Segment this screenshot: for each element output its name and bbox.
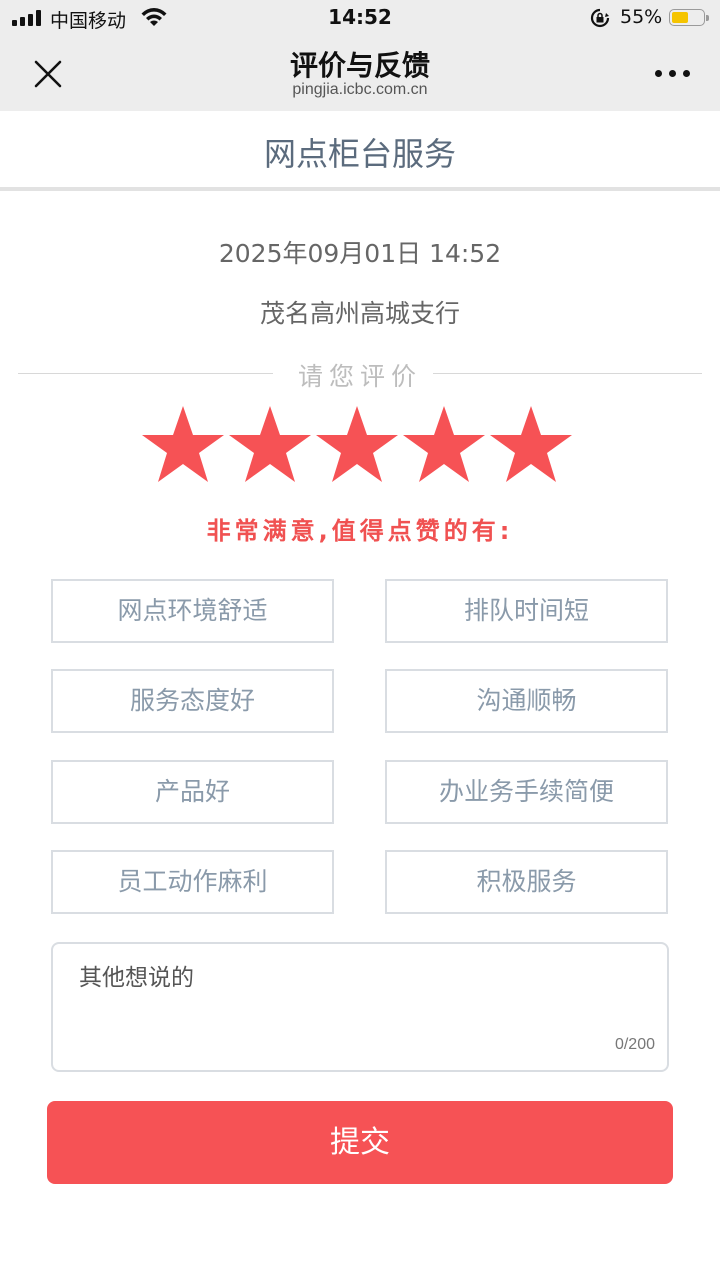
star-rating <box>140 404 580 484</box>
section-title: 网点柜台服务 <box>263 135 456 173</box>
page-title: 评价与反馈 <box>289 49 430 82</box>
tag-option[interactable]: 服务态度好 <box>51 669 334 733</box>
star-icon-3[interactable] <box>314 404 400 484</box>
character-counter: 0/200 <box>614 1036 655 1053</box>
tag-option[interactable]: 排队时间短 <box>385 579 668 643</box>
tag-option[interactable]: 网点环境舒适 <box>51 579 334 643</box>
battery-percent: 55% <box>620 6 663 28</box>
tag-option[interactable]: 产品好 <box>51 760 334 824</box>
tag-option[interactable]: 办业务手续简便 <box>385 760 668 824</box>
star-icon-2[interactable] <box>227 404 313 484</box>
comment-placeholder: 其他想说的 <box>79 965 194 991</box>
page-url: pingjia.icbc.com.cn <box>292 81 428 98</box>
nav-bar: 评价与反馈 pingjia.icbc.com.cn <box>0 36 720 111</box>
more-icon[interactable] <box>652 70 692 80</box>
star-icon-4[interactable] <box>401 404 487 484</box>
star-icon-5[interactable] <box>488 404 574 484</box>
star-icon-1[interactable] <box>140 404 226 484</box>
submit-button[interactable]: 提交 <box>47 1101 673 1184</box>
tag-option[interactable]: 员工动作麻利 <box>51 850 334 914</box>
rating-description: 非常满意,值得点赞的有: <box>206 517 514 545</box>
tag-option[interactable]: 积极服务 <box>385 850 668 914</box>
clock: 14:52 <box>328 5 392 29</box>
comment-textarea[interactable]: 其他想说的 0/200 <box>51 942 669 1072</box>
rate-prompt: 请您评价 <box>297 362 422 391</box>
visit-datetime: 2025年09月01日 14:52 <box>218 239 502 268</box>
status-bar: 中国移动 14:52 55% <box>0 0 720 36</box>
branch-name: 茂名高州高城支行 <box>259 299 460 328</box>
battery-icon <box>669 9 709 26</box>
section-header: 网点柜台服务 <box>0 111 720 191</box>
rotation-lock-icon <box>590 8 610 28</box>
tag-option[interactable]: 沟通顺畅 <box>385 669 668 733</box>
